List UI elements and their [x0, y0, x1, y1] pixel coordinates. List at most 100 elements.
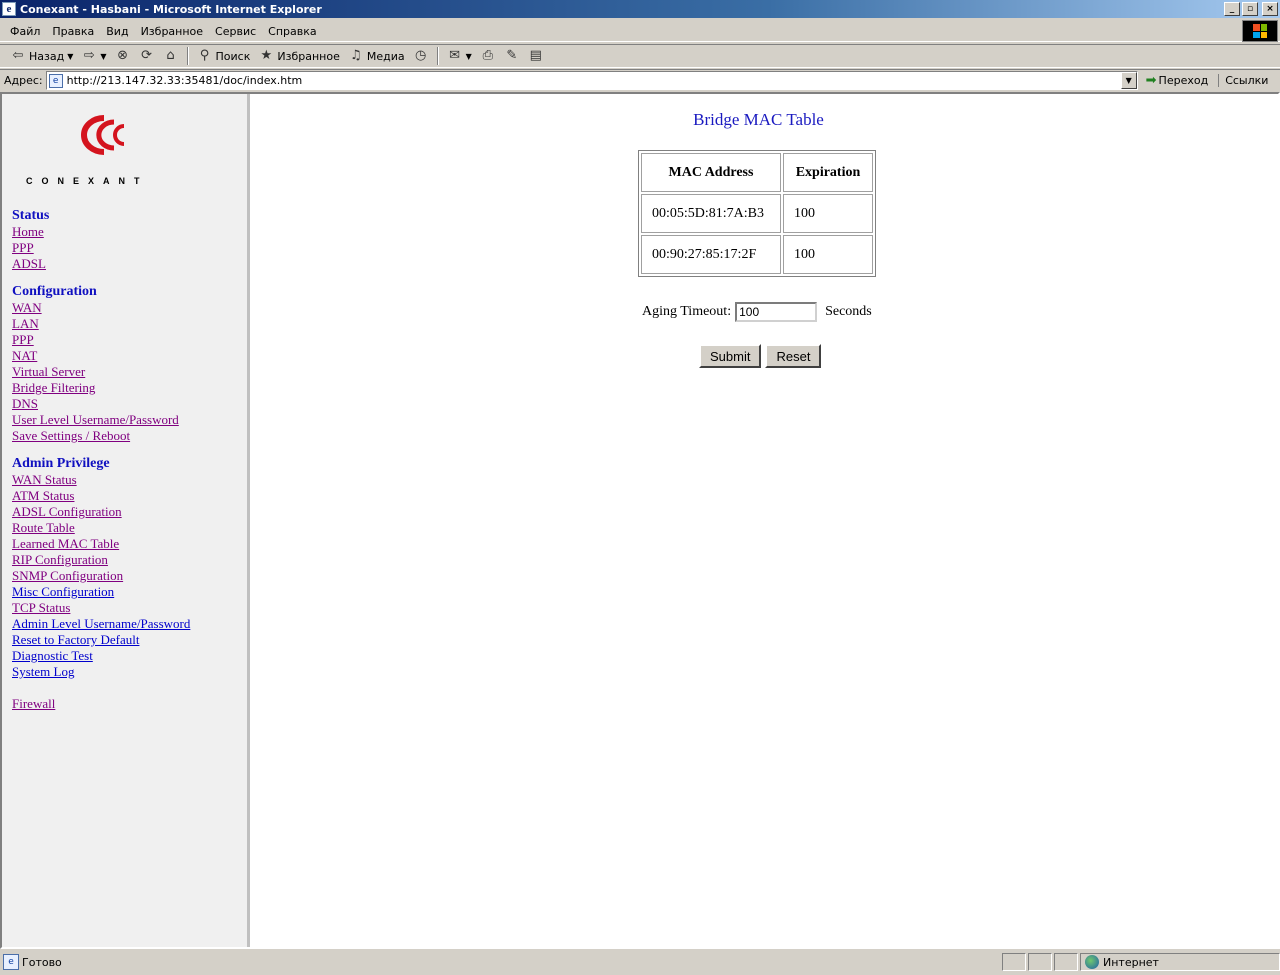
- address-label: Адрес:: [4, 74, 43, 87]
- menu-file[interactable]: Файл: [4, 25, 46, 38]
- nav-link-user-password[interactable]: User Level Username/Password: [12, 412, 247, 428]
- nav-link-adsl[interactable]: ADSL: [12, 256, 247, 272]
- nav-link-save-reboot[interactable]: Save Settings / Reboot: [12, 428, 247, 444]
- menu-tools[interactable]: Сервис: [209, 25, 262, 38]
- back-label: Назад: [29, 49, 65, 63]
- conexant-logo-icon: [81, 115, 125, 155]
- menu-favorites[interactable]: Избранное: [135, 25, 209, 38]
- edit-icon: ✎: [506, 48, 518, 63]
- status-pane: [1002, 953, 1026, 971]
- nav-link-bridge-filtering[interactable]: Bridge Filtering: [12, 380, 247, 396]
- nav-link-route-table[interactable]: Route Table: [12, 520, 247, 536]
- print-button[interactable]: ⎙: [476, 46, 500, 66]
- ie-app-icon[interactable]: e: [2, 2, 16, 16]
- window-title: Conexant - Hasbani - Microsoft Internet …: [20, 2, 322, 16]
- home-button[interactable]: ⌂: [159, 46, 183, 66]
- maximize-button[interactable]: ▫: [1242, 2, 1258, 16]
- status-pane: [1054, 953, 1078, 971]
- go-button[interactable]: ➡ Переход: [1146, 73, 1209, 88]
- nav-link-factory-reset[interactable]: Reset to Factory Default: [12, 632, 247, 648]
- nav-link-rip-configuration[interactable]: RIP Configuration: [12, 552, 247, 568]
- nav-link-wan[interactable]: WAN: [12, 300, 247, 316]
- go-label: Переход: [1158, 74, 1209, 87]
- menu-view[interactable]: Вид: [100, 25, 134, 38]
- back-button[interactable]: ⇦ Назад ▼: [6, 46, 77, 66]
- mac-table: MAC Address Expiration 00:05:5D:81:7A:B3…: [638, 150, 876, 277]
- favorites-button[interactable]: ★ Избранное: [254, 46, 343, 66]
- nav-link-dns[interactable]: DNS: [12, 396, 247, 412]
- main-panel: Bridge MAC Table MAC Address Expiration …: [253, 94, 1278, 947]
- security-zone[interactable]: Интернет: [1080, 953, 1280, 971]
- nav-link-ppp-status[interactable]: PPP: [12, 240, 247, 256]
- toolbar: ⇦ Назад ▼ ⇨ ▼ ⊗ ⟳ ⌂ ⚲ Поиск ★ Избранное …: [0, 44, 1280, 68]
- stop-button[interactable]: ⊗: [111, 46, 135, 66]
- menu-bar: Файл Правка Вид Избранное Сервис Справка: [0, 22, 1280, 42]
- page-loaded-icon: e: [3, 954, 19, 970]
- nav-heading: Admin Privilege: [12, 456, 110, 471]
- edit-button[interactable]: ✎: [500, 46, 524, 66]
- nav-link-system-log[interactable]: System Log: [12, 664, 247, 680]
- chevron-down-icon[interactable]: ▼: [67, 52, 73, 61]
- address-input[interactable]: e http://213.147.32.33:35481/doc/index.h…: [45, 71, 1138, 90]
- zone-label: Интернет: [1103, 955, 1159, 969]
- table-row: 00:05:5D:81:7A:B3 100: [641, 194, 873, 233]
- nav-link-nat[interactable]: NAT: [12, 348, 247, 364]
- search-button[interactable]: ⚲ Поиск: [193, 46, 255, 66]
- discuss-button[interactable]: ▤: [524, 46, 548, 66]
- address-url[interactable]: http://213.147.32.33:35481/doc/index.htm: [67, 74, 303, 87]
- menu-help[interactable]: Справка: [262, 25, 322, 38]
- nav-link-diagnostic-test[interactable]: Diagnostic Test: [12, 648, 247, 664]
- minimize-button[interactable]: _: [1224, 2, 1240, 16]
- chevron-down-icon[interactable]: ▼: [466, 52, 472, 61]
- page-title: Bridge MAC Table: [693, 110, 824, 129]
- nav-link-wan-status[interactable]: WAN Status: [12, 472, 247, 488]
- window-titlebar: e Conexant - Hasbani - Microsoft Interne…: [0, 0, 1280, 18]
- nav-link-virtual-server[interactable]: Virtual Server: [12, 364, 247, 380]
- logo-wordmark: CONEXANT: [26, 176, 149, 186]
- menu-edit[interactable]: Правка: [46, 25, 100, 38]
- nav-link-home[interactable]: Home: [12, 224, 247, 240]
- status-bar: e Готово Интернет: [0, 951, 1280, 973]
- mail-icon: ✉: [449, 48, 461, 63]
- aging-timeout-label: Aging Timeout:: [642, 304, 732, 319]
- nav-link-firewall[interactable]: Firewall: [12, 696, 247, 712]
- nav-link-adsl-configuration[interactable]: ADSL Configuration: [12, 504, 247, 520]
- nav-section-configuration: Configuration WAN LAN PPP NAT Virtual Se…: [12, 284, 247, 444]
- aging-timeout-row: Aging Timeout: Seconds: [642, 302, 872, 322]
- nav-link-learned-mac-table[interactable]: Learned MAC Table: [12, 536, 247, 552]
- table-header-row: MAC Address Expiration: [641, 153, 873, 192]
- favorites-icon: ★: [260, 48, 273, 63]
- history-button[interactable]: ◷: [409, 46, 433, 66]
- mail-button[interactable]: ✉ ▼: [443, 46, 476, 66]
- toolbar-separator: [186, 47, 189, 65]
- status-text: Готово: [22, 955, 62, 969]
- refresh-button[interactable]: ⟳: [135, 46, 159, 66]
- submit-button[interactable]: Submit: [699, 344, 762, 368]
- links-button[interactable]: Ссылки: [1218, 74, 1268, 87]
- close-button[interactable]: ×: [1262, 2, 1278, 16]
- search-label: Поиск: [215, 49, 251, 63]
- nav-link-snmp-configuration[interactable]: SNMP Configuration: [12, 568, 247, 584]
- chevron-down-icon[interactable]: ▼: [100, 52, 106, 61]
- forward-button[interactable]: ⇨ ▼: [77, 46, 110, 66]
- reset-button[interactable]: Reset: [765, 344, 822, 368]
- nav-link-misc-configuration[interactable]: Misc Configuration: [12, 584, 247, 600]
- nav-link-ppp[interactable]: PPP: [12, 332, 247, 348]
- mac-cell: 00:90:27:85:17:2F: [641, 235, 781, 274]
- column-header-mac: MAC Address: [641, 153, 781, 192]
- nav-heading: Configuration: [12, 284, 97, 299]
- aging-timeout-input[interactable]: [735, 302, 818, 322]
- toolbar-separator: [436, 47, 439, 65]
- page-icon: e: [48, 73, 63, 88]
- chevron-down-icon[interactable]: ▼: [1120, 72, 1137, 89]
- nav-link-admin-password[interactable]: Admin Level Username/Password: [12, 616, 247, 632]
- nav-section-firewall: Firewall: [12, 696, 247, 712]
- media-button[interactable]: ♫ Медиа: [344, 46, 409, 66]
- windows-logo-icon: [1242, 20, 1278, 42]
- print-icon: ⎙: [482, 48, 493, 63]
- nav-section-status: Status Home PPP ADSL: [12, 208, 247, 272]
- page-content: CONEXANT Status Home PPP ADSL Configurat…: [0, 92, 1280, 949]
- nav-link-atm-status[interactable]: ATM Status: [12, 488, 247, 504]
- nav-link-lan[interactable]: LAN: [12, 316, 247, 332]
- nav-link-tcp-status[interactable]: TCP Status: [12, 600, 247, 616]
